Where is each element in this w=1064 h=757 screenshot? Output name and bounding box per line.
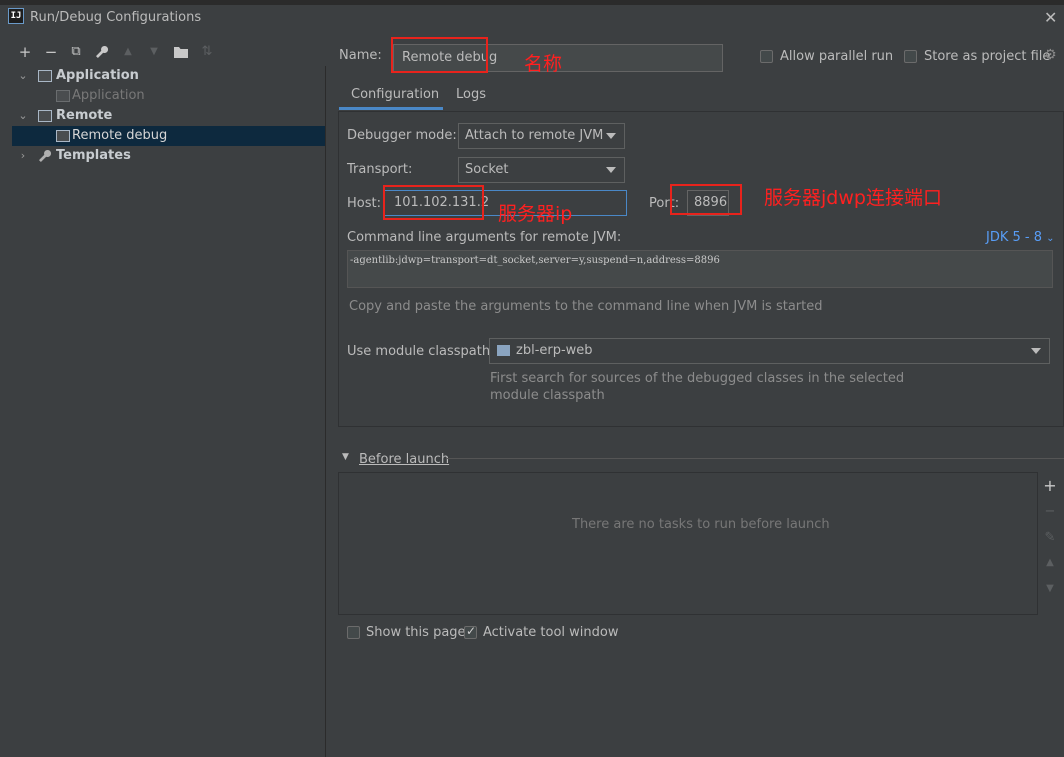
tab-logs[interactable]: Logs [456, 87, 486, 102]
debugger-mode-label: Debugger mode: [347, 128, 457, 143]
annotation-port: 服务器jdwp连接端口 [764, 187, 942, 209]
move-up-icon[interactable]: ▲ [118, 42, 138, 62]
tree-item-remote-debug[interactable]: Remote debug [12, 126, 325, 146]
remove-task-icon[interactable]: − [1040, 504, 1060, 519]
module-hint-line2: module classpath [490, 388, 605, 403]
activate-tool-checkbox[interactable] [464, 624, 477, 639]
add-task-icon[interactable]: + [1040, 476, 1060, 495]
folder-icon[interactable] [171, 42, 191, 62]
cmd-args-textarea[interactable]: -agentlib:jdwp=transport=dt_socket,serve… [347, 250, 1053, 288]
cmd-args-label: Command line arguments for remote JVM: [347, 230, 622, 245]
tree-label-remote-debug: Remote debug [72, 128, 168, 143]
tree-label-templates: Templates [56, 148, 131, 163]
tab-indicator [339, 107, 443, 110]
transport-select[interactable]: Socket [458, 157, 625, 183]
annotation-host: 服务器ip [498, 203, 573, 225]
before-launch-list [338, 472, 1038, 615]
tree-label-application: Application [56, 68, 139, 83]
remote-icon [56, 130, 70, 142]
chevron-down-icon[interactable]: ⌄ [18, 106, 28, 126]
activate-tool-label: Activate tool window [483, 625, 619, 640]
intellij-logo-icon: IJ [8, 8, 24, 24]
tree-item-remote[interactable]: ⌄ Remote [12, 106, 325, 126]
module-classpath-label: Use module classpath: [347, 344, 495, 359]
chevron-down-icon: ⌄ [1046, 233, 1055, 244]
remove-icon[interactable]: − [41, 42, 61, 62]
application-icon [38, 70, 52, 82]
chevron-down-icon [606, 167, 616, 173]
add-icon[interactable]: + [15, 42, 35, 62]
wrench-icon [38, 146, 52, 170]
module-classpath-select[interactable]: zbl-erp-web [489, 338, 1050, 364]
jdk-version-select[interactable]: JDK 5 - 8 ⌄ [986, 230, 1055, 245]
annotation-box-name [391, 37, 488, 73]
store-project-checkbox[interactable] [904, 50, 917, 63]
debugger-mode-select[interactable]: Attach to remote JVM [458, 123, 625, 149]
cmd-args-hint: Copy and paste the arguments to the comm… [349, 299, 823, 314]
module-hint-line1: First search for sources of the debugged… [490, 371, 905, 386]
before-launch-title[interactable]: Before launch [359, 452, 449, 467]
show-page-checkbox[interactable] [347, 626, 360, 639]
tree-item-application-template[interactable]: Application [12, 86, 325, 106]
empty-tasks-text: There are no tasks to run before launch [572, 517, 830, 532]
edit-task-icon[interactable]: ✎ [1040, 530, 1060, 545]
chevron-right-icon[interactable]: › [18, 146, 28, 166]
separator [446, 458, 1064, 459]
wrench-icon[interactable] [92, 42, 112, 62]
chevron-down-icon [1031, 348, 1041, 354]
tab-configuration[interactable]: Configuration [351, 87, 439, 102]
close-icon[interactable]: ✕ [1044, 8, 1057, 27]
move-down-icon[interactable]: ▼ [1040, 583, 1060, 594]
store-project-label: Store as project file [924, 49, 1051, 64]
configurations-tree: ⌄ Application Application ⌄ Remote Remot… [12, 66, 326, 757]
move-down-icon[interactable]: ▼ [144, 42, 164, 62]
tree-item-application[interactable]: ⌄ Application [12, 66, 325, 86]
window-title: Run/Debug Configurations [30, 10, 202, 25]
copy-icon[interactable]: ⧉ [66, 42, 86, 62]
jdk-version-value: JDK 5 - 8 [986, 230, 1042, 245]
chevron-down-icon [606, 133, 616, 139]
module-folder-icon [497, 345, 510, 356]
name-label: Name: [339, 48, 382, 63]
transport-value: Socket [465, 162, 509, 177]
annotation-name: 名称 [524, 53, 563, 75]
tree-label-application-child: Application [72, 88, 145, 103]
annotation-box-host [383, 185, 484, 220]
host-label: Host: [347, 196, 381, 211]
allow-parallel-label: Allow parallel run [780, 49, 894, 64]
remote-icon [38, 110, 52, 122]
gear-icon[interactable]: ⚙ [1044, 47, 1057, 63]
move-up-icon[interactable]: ▲ [1040, 557, 1060, 568]
debugger-mode-value: Attach to remote JVM [465, 128, 604, 143]
transport-label: Transport: [347, 162, 413, 177]
show-page-label: Show this page [366, 625, 466, 640]
module-classpath-value: zbl-erp-web [516, 343, 593, 358]
annotation-box-port [670, 184, 742, 215]
chevron-down-icon[interactable]: ⌄ [18, 66, 28, 86]
tree-label-remote: Remote [56, 108, 113, 123]
allow-parallel-checkbox[interactable] [760, 50, 773, 63]
tree-item-templates[interactable]: › Templates [12, 146, 325, 166]
sort-icon[interactable]: ⇅ [197, 42, 217, 62]
collapse-triangle-icon[interactable]: ▼ [342, 452, 349, 462]
application-icon [56, 90, 70, 102]
